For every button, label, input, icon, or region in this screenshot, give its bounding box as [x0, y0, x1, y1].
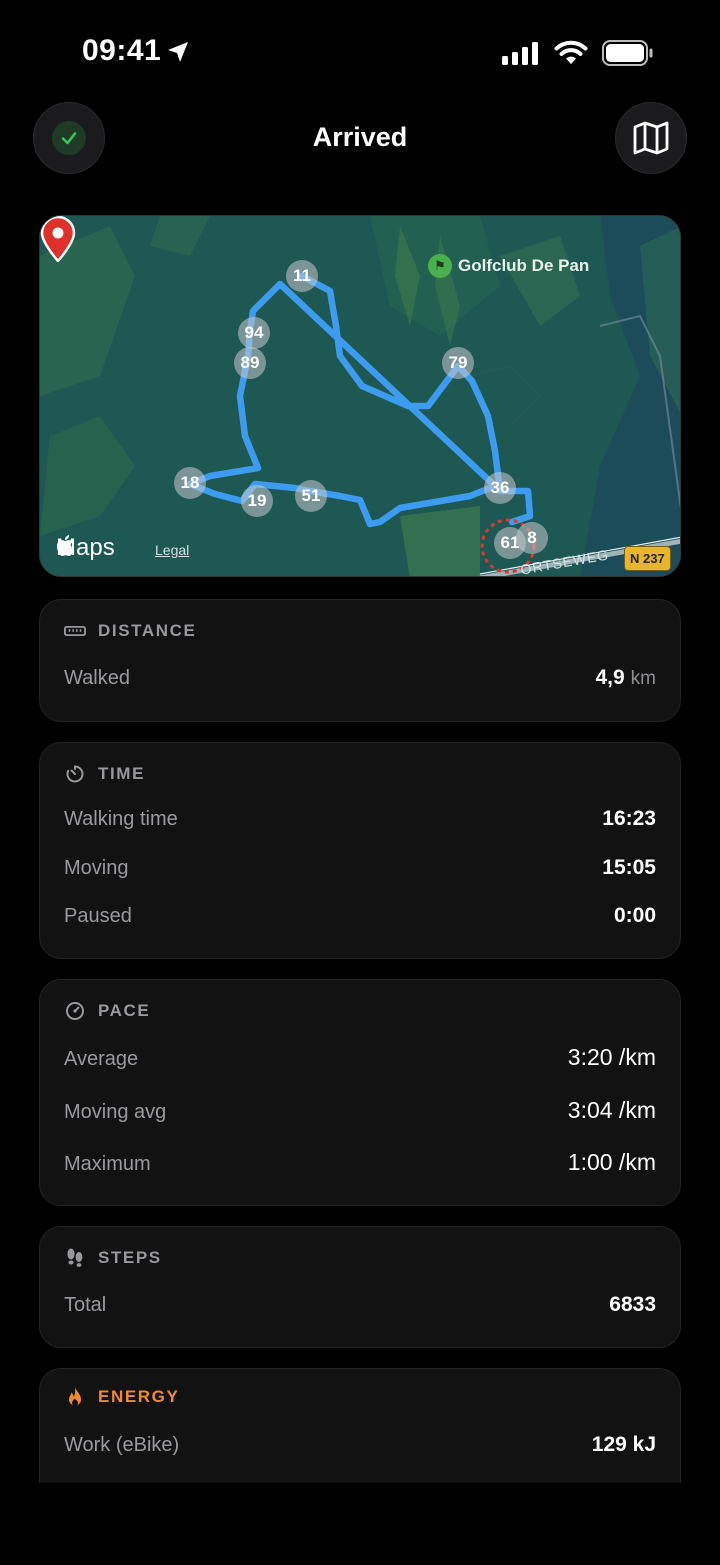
page-title: Arrived	[312, 122, 408, 152]
route-marker[interactable]: 11	[286, 260, 318, 292]
moving-avg-pace-row: Moving avg 3:04 /km	[64, 1097, 656, 1124]
average-pace-row: Average 3:20 /km	[64, 1044, 656, 1071]
row-value: 0:00	[613, 904, 656, 927]
apple-maps-logo: Maps	[56, 534, 115, 562]
poi-name: Golfclub De Pan	[458, 256, 590, 275]
moving-time-row: Moving 15:05	[64, 856, 656, 880]
route-marker[interactable]: 36	[484, 472, 516, 504]
distance-header-label: DISTANCE	[98, 621, 197, 640]
time-header-label: TIME	[98, 764, 146, 783]
row-value: 3:04 /km	[567, 1097, 656, 1123]
bottom-fade	[0, 1483, 720, 1565]
route-marker[interactable]: 18	[174, 467, 206, 499]
route-map[interactable]: ⚑ Golfclub De Pan 11 94 89 79 18 19 51 3…	[39, 215, 681, 577]
route-marker[interactable]: 79	[442, 347, 474, 379]
row-label: Work (eBike)	[64, 1434, 180, 1456]
energy-card: ENERGY Work (eBike) 129 kJ	[39, 1368, 681, 1498]
row-label: Walked	[64, 667, 130, 689]
route-marker[interactable]: 19	[241, 485, 273, 517]
row-value: 4,9	[595, 666, 625, 689]
distance-card: DISTANCE Walked 4,9 km	[39, 599, 681, 722]
flame-icon	[64, 1386, 86, 1408]
steps-header-label: STEPS	[98, 1248, 162, 1267]
paused-time-row: Paused 0:00	[64, 904, 656, 928]
row-unit: km	[630, 668, 656, 689]
golf-flag-icon: ⚑	[428, 254, 452, 278]
time-header: TIME	[64, 763, 145, 785]
timer-icon	[64, 763, 86, 785]
pace-card: PACE Average 3:20 /km Moving avg 3:04 /k…	[39, 979, 681, 1206]
row-label: Moving avg	[64, 1101, 167, 1123]
row-value: 6833	[609, 1293, 656, 1316]
navigation-bar: Arrived	[0, 100, 720, 176]
end-location-pin-icon[interactable]	[40, 216, 76, 262]
steps-total-row: Total 6833	[64, 1293, 656, 1317]
row-label: Average	[64, 1048, 139, 1070]
status-time: 09:41	[82, 34, 162, 67]
distance-row: Walked 4,9 km	[64, 666, 656, 690]
energy-header: ENERGY	[64, 1386, 179, 1408]
footprints-icon	[64, 1247, 86, 1269]
road-number-badge: N 237	[624, 546, 671, 571]
row-label: Walking time	[64, 808, 178, 830]
map-icon	[633, 121, 669, 155]
apple-logo-icon	[56, 535, 74, 556]
distance-header: DISTANCE	[64, 620, 196, 642]
walking-time-row: Walking time 16:23	[64, 807, 656, 831]
route-marker[interactable]: 51	[295, 480, 327, 512]
speedometer-icon	[64, 1000, 86, 1022]
ruler-icon	[64, 620, 86, 642]
row-label: Maximum	[64, 1153, 151, 1175]
map-view-button[interactable]	[615, 102, 687, 174]
row-value: 3:20 /km	[567, 1044, 656, 1070]
wifi-icon	[554, 40, 588, 64]
energy-work-row: Work (eBike) 129 kJ	[64, 1433, 656, 1457]
legal-link[interactable]: Legal	[155, 542, 189, 558]
location-arrow-icon	[168, 42, 188, 62]
battery-icon	[602, 40, 653, 66]
route-marker[interactable]: 94	[238, 317, 270, 349]
route-marker[interactable]: 89	[234, 347, 266, 379]
steps-card: STEPS Total 6833	[39, 1226, 681, 1348]
steps-header: STEPS	[64, 1247, 162, 1269]
pace-header: PACE	[64, 1000, 150, 1022]
row-label: Total	[64, 1294, 107, 1316]
row-label: Moving	[64, 857, 129, 879]
pace-header-label: PACE	[98, 1001, 151, 1020]
maximum-pace-row: Maximum 1:00 /km	[64, 1149, 656, 1176]
time-card: TIME Walking time 16:23 Moving 15:05 Pau…	[39, 742, 681, 959]
row-value: 1:00 /km	[567, 1149, 656, 1175]
row-value: 129 kJ	[591, 1433, 656, 1456]
row-value: 16:23	[602, 807, 656, 830]
status-bar: 09:41	[0, 0, 720, 100]
row-value: 15:05	[602, 856, 656, 879]
route-marker[interactable]: 8	[516, 522, 548, 554]
energy-header-label: ENERGY	[98, 1387, 180, 1406]
row-label: Paused	[64, 905, 132, 927]
cellular-signal-icon	[502, 42, 538, 65]
golf-club-label[interactable]: ⚑ Golfclub De Pan	[428, 254, 589, 278]
